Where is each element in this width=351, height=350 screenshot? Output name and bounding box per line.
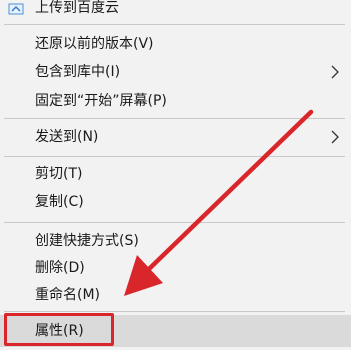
separator <box>4 118 345 119</box>
menu-item-cut[interactable]: 剪切(T) <box>0 161 351 187</box>
menu-item-label: 复制(C) <box>35 194 84 210</box>
annotation-highlight-box <box>4 313 114 346</box>
menu-item-label: 还原以前的版本(V) <box>35 36 154 52</box>
menu-item-upload-baidu-cloud[interactable]: 上传到百度云 <box>0 0 351 21</box>
menu-item-send-to[interactable]: 发送到(N) <box>0 124 351 150</box>
menu-item-label: 包含到库中(I) <box>35 64 121 80</box>
menu-item-label: 删除(D) <box>35 260 85 276</box>
cloud-upload-icon <box>8 3 24 15</box>
menu-item-pin-to-start[interactable]: 固定到“开始”屏幕(P) <box>0 88 351 114</box>
menu-item-copy[interactable]: 复制(C) <box>0 189 351 215</box>
menu-item-rename[interactable]: 重命名(M) <box>0 282 351 308</box>
menu-item-include-in-library[interactable]: 包含到库中(I) <box>0 59 351 85</box>
separator <box>4 311 345 312</box>
chevron-right-icon <box>331 65 339 79</box>
menu-item-label: 重命名(M) <box>35 287 101 303</box>
menu-item-delete[interactable]: 删除(D) <box>0 255 351 281</box>
separator <box>4 222 345 223</box>
menu-item-label: 上传到百度云 <box>35 0 119 16</box>
menu-item-create-shortcut[interactable]: 创建快捷方式(S) <box>0 228 351 254</box>
menu-item-label: 创建快捷方式(S) <box>35 233 139 249</box>
separator <box>4 24 345 25</box>
separator <box>4 156 345 157</box>
menu-item-label: 剪切(T) <box>35 166 83 182</box>
chevron-right-icon <box>331 130 339 144</box>
context-menu: 上传到百度云 还原以前的版本(V) 包含到库中(I) 固定到“开始”屏幕(P) … <box>0 0 351 350</box>
menu-item-label: 发送到(N) <box>35 129 99 145</box>
menu-item-restore-previous-versions[interactable]: 还原以前的版本(V) <box>0 31 351 57</box>
menu-item-label: 固定到“开始”屏幕(P) <box>35 93 167 109</box>
